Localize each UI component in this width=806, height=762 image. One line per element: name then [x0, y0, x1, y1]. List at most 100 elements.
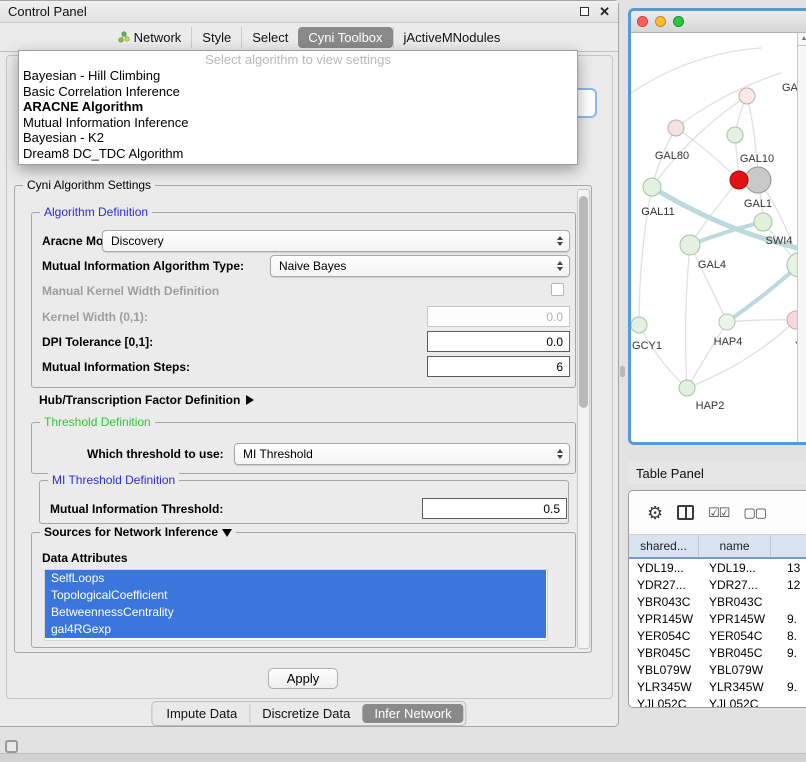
network-canvas[interactable]: GAL80GAL8GAL10GAL11GAL1SWI4GAL4GCY1HAP4H… — [631, 33, 806, 442]
table-row[interactable]: YLR345WYLR345W9. — [629, 678, 806, 695]
settings-scrollbar[interactable] — [577, 189, 590, 649]
table-row[interactable]: YBR043CYBR043C — [629, 593, 806, 610]
table-row[interactable]: YDR27...YDR27...12 — [629, 576, 806, 593]
network-node[interactable] — [643, 178, 661, 196]
tab-jactivemnodules[interactable]: jActiveMNodules — [393, 27, 511, 48]
close-icon[interactable]: ✕ — [599, 7, 610, 16]
network-node[interactable] — [739, 88, 755, 104]
close-window-button[interactable] — [637, 16, 648, 27]
network-node[interactable] — [679, 380, 695, 396]
collapsed-panel-icon[interactable] — [5, 740, 18, 753]
network-tab-icon — [118, 31, 130, 43]
table-panel-title: Table Panel — [636, 466, 704, 481]
table-row[interactable]: YPR145WYPR145W9. — [629, 610, 806, 627]
table-panel-titlebar: Table Panel — [628, 462, 806, 484]
sources-expander[interactable]: Sources for Network Inference — [40, 525, 236, 539]
table-cell: YDR27... — [699, 578, 771, 592]
table-cell: 13 — [771, 561, 806, 575]
network-node[interactable] — [745, 167, 771, 193]
algorithm-option-bayesian-hill-climbing[interactable]: Bayesian - Hill Climbing — [19, 68, 577, 84]
table-cell: 9. — [771, 646, 806, 660]
attribute-item-betweennesscentrality[interactable]: BetweennessCentrality — [45, 604, 546, 621]
bottom-tab-infer-network[interactable]: Infer Network — [362, 704, 463, 723]
algorithm-definition-group: Algorithm Definition Aracne Mode: Discov… — [31, 212, 576, 388]
column-header-shared[interactable]: shared... — [629, 535, 699, 557]
algorithm-placeholder: Select algorithm to view settings — [19, 51, 577, 68]
table-row[interactable]: YBR045CYBR045C9. — [629, 644, 806, 661]
network-node[interactable] — [631, 317, 647, 333]
table-body: YDL19...YDL19...13YDR27...YDR27...12YBR0… — [629, 559, 806, 708]
table-row[interactable]: YBL079WYBL079W — [629, 661, 806, 678]
network-node[interactable] — [680, 235, 700, 255]
manual-kernel-checkbox[interactable] — [551, 283, 564, 296]
column-header-name[interactable]: name — [699, 535, 771, 557]
kernel-width-field[interactable]: 0.0 — [427, 306, 570, 327]
manual-kernel-label: Manual Kernel Width Definition — [42, 284, 219, 298]
traffic-lights — [637, 16, 684, 27]
table-row[interactable]: YER054CYER054C8. — [629, 627, 806, 644]
table-cell: YDL19... — [629, 561, 699, 575]
threshold-definition-group: Threshold Definition Which threshold to … — [31, 422, 576, 474]
chevron-right-icon — [246, 395, 254, 405]
table-cell: YER054C — [699, 629, 771, 643]
bottom-tab-impute-data[interactable]: Impute Data — [154, 704, 249, 723]
network-graph[interactable]: GAL80GAL8GAL10GAL11GAL1SWI4GAL4GCY1HAP4H… — [631, 33, 806, 442]
table-row[interactable]: YJL052CYJL052C — [629, 695, 806, 708]
network-node[interactable] — [730, 171, 748, 189]
network-node[interactable] — [727, 127, 743, 143]
mi-threshold-label: Mutual Information Threshold: — [50, 502, 223, 516]
settings-scrollbar-thumb[interactable] — [579, 196, 588, 408]
mi-threshold-field[interactable]: 0.5 — [422, 498, 567, 519]
mi-steps-field[interactable]: 6 — [427, 356, 570, 377]
algorithm-option-bayesian-k2[interactable]: Bayesian - K2 — [19, 130, 577, 146]
tab-select[interactable]: Select — [241, 27, 298, 48]
columns-icon[interactable] — [677, 505, 694, 520]
tab-network[interactable]: Network — [108, 27, 192, 48]
apply-button[interactable]: Apply — [268, 668, 338, 689]
mi-threshold-definition-title: MI Threshold Definition — [48, 473, 179, 487]
threshold-definition-title: Threshold Definition — [40, 415, 155, 429]
minimize-window-button[interactable] — [655, 16, 666, 27]
bottom-tab-discretize-data[interactable]: Discretize Data — [249, 704, 362, 723]
network-node[interactable] — [668, 120, 684, 136]
algorithm-popup-options: Bayesian - Hill ClimbingBasic Correlatio… — [19, 68, 577, 161]
aracne-mode-combo[interactable]: Discovery — [102, 230, 570, 252]
dpi-tolerance-field[interactable]: 0.0 — [427, 331, 570, 352]
data-attributes-label: Data Attributes — [42, 551, 128, 565]
which-threshold-value: MI Threshold — [243, 447, 313, 461]
mi-type-combo[interactable]: Naive Bayes — [270, 255, 570, 277]
attribute-item-gal4rgexp[interactable]: gal4RGexp — [45, 621, 546, 638]
table-cell: YBR045C — [629, 646, 699, 660]
mi-threshold-definition-group: MI Threshold Definition Mutual Informati… — [39, 480, 569, 524]
hub-tf-expander[interactable]: Hub/Transcription Factor Definition — [39, 393, 254, 407]
control-panel-title: Control Panel — [8, 4, 87, 19]
algorithm-option-mutual-information-inference[interactable]: Mutual Information Inference — [19, 115, 577, 131]
network-vertical-scrollbar[interactable]: ▲ — [797, 33, 806, 442]
bottom-desktop-strip — [0, 753, 806, 762]
attribute-list-scrollbar[interactable] — [547, 569, 558, 641]
algorithm-option-dream8-dc-tdc-algorithm[interactable]: Dream8 DC_TDC Algorithm — [19, 146, 577, 162]
combo-arrows-icon — [557, 449, 563, 459]
scroll-up-arrow-icon[interactable]: ▲ — [798, 33, 806, 46]
column-header-extra[interactable] — [771, 535, 806, 557]
zoom-window-button[interactable] — [673, 16, 684, 27]
float-window-icon[interactable] — [580, 7, 589, 16]
table-row[interactable]: YDL19...YDL19...13 — [629, 559, 806, 576]
network-node[interactable] — [719, 314, 735, 330]
tab-style[interactable]: Style — [191, 27, 241, 48]
deselect-all-icon[interactable]: ▢▢ — [743, 505, 766, 521]
network-node-label: GCY1 — [632, 340, 662, 352]
attribute-item-selfloops[interactable]: SelfLoops — [45, 570, 546, 587]
gear-icon[interactable]: ⚙ — [647, 504, 663, 522]
which-threshold-combo[interactable]: MI Threshold — [234, 443, 570, 465]
select-all-icon[interactable]: ☑☑ — [708, 505, 729, 521]
bottom-tabbar: Impute DataDiscretize DataInfer Network — [151, 701, 466, 726]
algorithm-option-basic-correlation-inference[interactable]: Basic Correlation Inference — [19, 84, 577, 100]
algorithm-option-aracne-algorithm[interactable]: ARACNE Algorithm — [19, 99, 577, 115]
network-node-label: GAL10 — [740, 153, 774, 165]
attribute-item-topologicalcoefficient[interactable]: TopologicalCoefficient — [45, 587, 546, 604]
network-node[interactable] — [754, 213, 772, 231]
panel-splitter-handle[interactable] — [620, 366, 625, 377]
attribute-list[interactable]: SelfLoopsTopologicalCoefficientBetweenne… — [44, 569, 558, 641]
tab-cyni-toolbox[interactable]: Cyni Toolbox — [298, 27, 392, 48]
